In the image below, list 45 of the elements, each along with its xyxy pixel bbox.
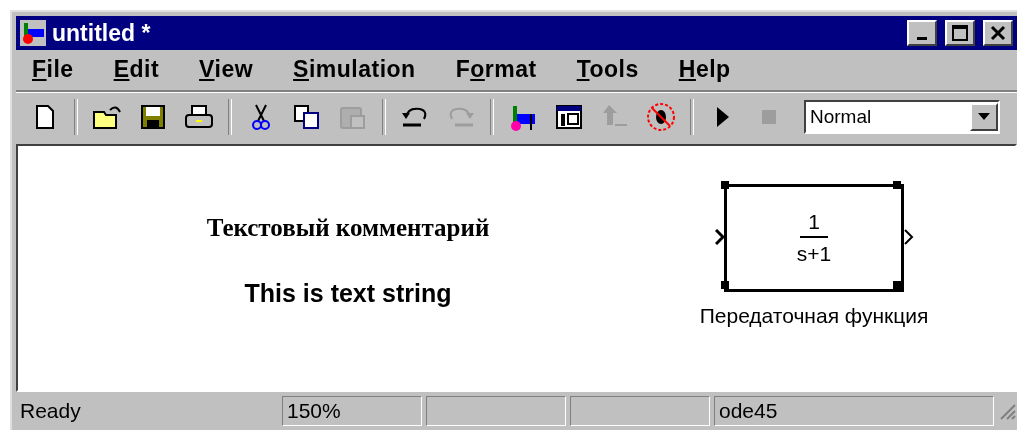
selection-handle[interactable] [721,181,729,189]
mode-dropdown[interactable]: Normal [804,100,1000,134]
status-field: 150% [282,396,422,426]
annotation-text: This is text string [244,279,452,308]
transfer-function-block[interactable]: 1 s+1 [724,184,904,292]
menu-item[interactable]: Help [678,56,731,86]
menu-item[interactable]: File [32,56,74,86]
close-icon [990,25,1006,41]
caret-icon [970,103,998,131]
input-port-icon [715,229,725,245]
status-message: Ready [19,398,82,424]
resize-grip-icon [998,402,1016,420]
menu-item[interactable]: Format [455,56,537,86]
numerator-text: 1 [800,210,828,238]
folder-icon [92,104,122,130]
menu-item[interactable]: View [199,56,254,86]
selection-handle[interactable] [893,181,901,189]
play-icon [716,106,730,128]
annotation-text: Текстовый комментарий [206,214,490,242]
printer-icon [184,104,214,130]
denominator-text: s+1 [796,242,832,266]
dropdown-value: Normal [809,106,873,128]
selection-handle[interactable] [721,281,729,289]
block-label: Передаточная функция [699,304,929,328]
window-title: untitled * [52,19,152,47]
status-field: ode45 [714,396,994,426]
maximize-icon [952,25,968,41]
debug-button[interactable] [644,100,678,134]
scissors-icon [251,103,271,131]
window-icon [555,104,583,130]
stop-icon [762,110,776,124]
output-port-icon [904,229,914,245]
new-page-icon [35,104,55,130]
menu-item[interactable]: Simulation [293,56,416,86]
menu-item[interactable]: Edit [113,56,160,86]
copy-icon [293,104,321,130]
clipboard-icon [339,104,367,130]
menu-item[interactable]: Tools [576,56,639,86]
selection-handle[interactable] [893,281,901,289]
close-button[interactable] [983,20,1013,46]
maximize-button[interactable] [945,20,975,46]
minimize-button[interactable] [907,20,937,46]
model-icon [20,20,46,46]
bug-crossed-icon [645,101,677,133]
minimize-icon [917,36,927,40]
